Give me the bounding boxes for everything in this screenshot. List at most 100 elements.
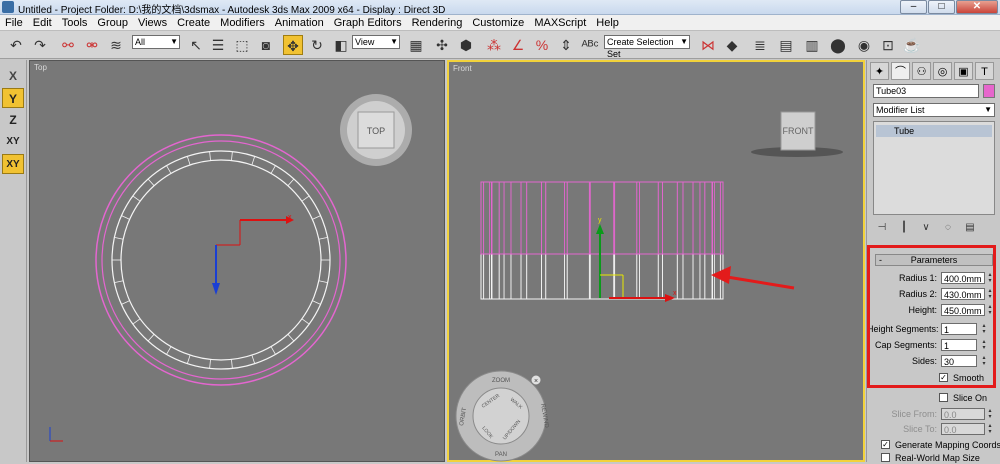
menu-edit[interactable]: Edit	[28, 17, 57, 29]
menu-views[interactable]: Views	[133, 17, 172, 29]
make-unique-icon[interactable]: ∨	[917, 220, 935, 236]
slice-to-input[interactable]: 0.0	[941, 423, 985, 435]
maximize-button[interactable]: □	[928, 0, 955, 14]
axis-z-button[interactable]: Z	[2, 110, 24, 130]
menu-rendering[interactable]: Rendering	[407, 17, 468, 29]
tube-segment-line	[166, 165, 172, 174]
slice-on-checkbox[interactable]	[939, 393, 948, 402]
select-rotate-icon[interactable]: ↻	[307, 35, 327, 55]
display-tab-icon[interactable]: ▣	[954, 62, 973, 80]
selection-filter-dropdown[interactable]: All ▼	[132, 35, 180, 49]
select-object-icon[interactable]: ↖	[186, 35, 206, 55]
menu-tools[interactable]: Tools	[57, 17, 93, 29]
layer-manager-icon[interactable]: ≣	[750, 35, 770, 55]
align-icon[interactable]: ◆	[722, 35, 742, 55]
menu-customize[interactable]: Customize	[467, 17, 529, 29]
axis-y-button[interactable]: Y	[2, 88, 24, 108]
schematic-view-icon[interactable]: ⬤	[828, 35, 848, 55]
tube-front-selected-lines	[480, 182, 724, 254]
tube-segment-line	[121, 300, 130, 305]
snaps-toggle-icon[interactable]: ⁂	[484, 35, 504, 55]
show-end-result-icon[interactable]: ┃	[895, 220, 913, 236]
tube-segment-line	[209, 359, 211, 369]
menu-group[interactable]: Group	[92, 17, 133, 29]
rectangular-region-icon[interactable]: ⬚	[232, 35, 252, 55]
menu-help[interactable]: Help	[591, 17, 624, 29]
slice-from-input[interactable]: 0.0	[941, 408, 985, 420]
angle-snap-icon[interactable]: ∠	[508, 35, 528, 55]
menu-file[interactable]: File	[0, 17, 28, 29]
link-icon[interactable]: ⚯	[58, 35, 78, 55]
modifier-list-dropdown[interactable]: Modifier List ▼	[873, 103, 995, 117]
viewcube-front-label[interactable]: FRONT	[783, 126, 814, 136]
menu-create[interactable]: Create	[172, 17, 215, 29]
menu-animation[interactable]: Animation	[270, 17, 329, 29]
configure-modifier-sets-icon[interactable]: ▤	[961, 220, 979, 236]
gizmo-y-arrow	[212, 283, 220, 295]
curve-editor-icon[interactable]: ▥	[802, 35, 822, 55]
slice-from-spinner[interactable]: ▴ ▾	[987, 408, 993, 420]
spinner-snap-icon[interactable]: ⇕	[556, 35, 576, 55]
menu-modifiers[interactable]: Modifiers	[215, 17, 270, 29]
axis-xy-button[interactable]: XY	[2, 132, 24, 152]
reference-coord-dropdown[interactable]: View ▼	[352, 35, 400, 49]
viewport-front[interactable]: Front y x FRONT × ZOOM PAN ORBIT REWIND …	[447, 60, 865, 462]
viewport-top[interactable]: Top x TOP	[29, 60, 445, 462]
title-bar: Untitled - Project Folder: D:\我的文档\3dsma…	[0, 0, 1000, 16]
edit-named-selection-icon[interactable]: ᴬᴮᶜ	[580, 35, 600, 55]
app-icon[interactable]	[2, 1, 14, 13]
tube-segment-line	[114, 236, 124, 240]
select-move-icon[interactable]: ✥	[283, 35, 303, 55]
object-name-field[interactable]: Tube03	[873, 84, 979, 98]
axis-xy-flyout-button[interactable]: XY	[2, 154, 24, 174]
modifier-stack[interactable]: Tube	[873, 121, 995, 215]
viewcube-top[interactable]: TOP	[336, 88, 416, 168]
slice-to-label: Slice To:	[903, 424, 937, 434]
graphite-modeling-icon[interactable]: ▤	[776, 35, 796, 55]
slice-on-label: Slice On	[953, 393, 988, 403]
real-world-checkbox[interactable]	[881, 453, 890, 462]
percent-snap-icon[interactable]: %	[532, 35, 552, 55]
wheel-pan[interactable]: PAN	[495, 452, 507, 458]
minimize-button[interactable]: –	[900, 0, 927, 14]
object-color-swatch[interactable]	[983, 84, 995, 98]
select-scale-icon[interactable]: ◧	[331, 35, 351, 55]
slice-from-label: Slice From:	[891, 409, 937, 419]
utilities-tab-icon[interactable]: T	[975, 62, 994, 80]
close-button[interactable]: ✕	[956, 0, 998, 14]
menu-graph-editors[interactable]: Graph Editors	[329, 17, 407, 29]
mirror-icon[interactable]: ⋈	[698, 35, 718, 55]
viewcube-front[interactable]: FRONT	[747, 104, 847, 164]
undo-icon[interactable]: ↶	[6, 35, 26, 55]
material-editor-icon[interactable]: ◉	[854, 35, 874, 55]
bind-space-warp-icon[interactable]: ≋	[106, 35, 126, 55]
motion-tab-icon[interactable]: ◎	[933, 62, 952, 80]
menu-maxscript[interactable]: MAXScript	[529, 17, 591, 29]
named-selection-dropdown[interactable]: Create Selection Set ▼	[604, 35, 690, 59]
unlink-icon[interactable]: ⚮	[82, 35, 102, 55]
render-setup-icon[interactable]: ⊡	[878, 35, 898, 55]
pin-stack-icon[interactable]: ⊣	[873, 220, 891, 236]
keyboard-shortcut-icon[interactable]: ⬢	[456, 35, 476, 55]
tube-segment-line	[287, 178, 295, 186]
create-tab-icon[interactable]: ✦	[870, 62, 889, 80]
window-crossing-icon[interactable]: ◙	[256, 35, 276, 55]
wheel-zoom[interactable]: ZOOM	[492, 378, 510, 384]
hierarchy-tab-icon[interactable]: ⚇	[912, 62, 931, 80]
slice-to-spinner[interactable]: ▴ ▾	[987, 423, 993, 435]
generate-mapping-checkbox[interactable]: ✓	[881, 440, 890, 449]
steering-wheel[interactable]: × ZOOM PAN ORBIT REWIND CENTER WALK LOOK…	[453, 368, 549, 464]
tube-segment-line	[132, 195, 141, 202]
axis-x-button[interactable]: X	[2, 66, 24, 86]
redo-icon[interactable]: ↷	[30, 35, 50, 55]
svg-text:×: ×	[534, 378, 538, 385]
modifier-stack-item-tube[interactable]: Tube	[876, 125, 992, 137]
remove-modifier-icon[interactable]: ◌	[939, 220, 957, 236]
pivot-center-icon[interactable]: ▦	[406, 35, 426, 55]
modify-tab-icon[interactable]: ⌒	[891, 62, 910, 80]
viewcube-top-label[interactable]: TOP	[367, 126, 385, 136]
render-production-icon[interactable]: ☕	[902, 35, 922, 55]
select-by-name-icon[interactable]: ☰	[208, 35, 228, 55]
select-manipulate-icon[interactable]: ✣	[432, 35, 452, 55]
generate-mapping-label: Generate Mapping Coords.	[895, 440, 1000, 450]
